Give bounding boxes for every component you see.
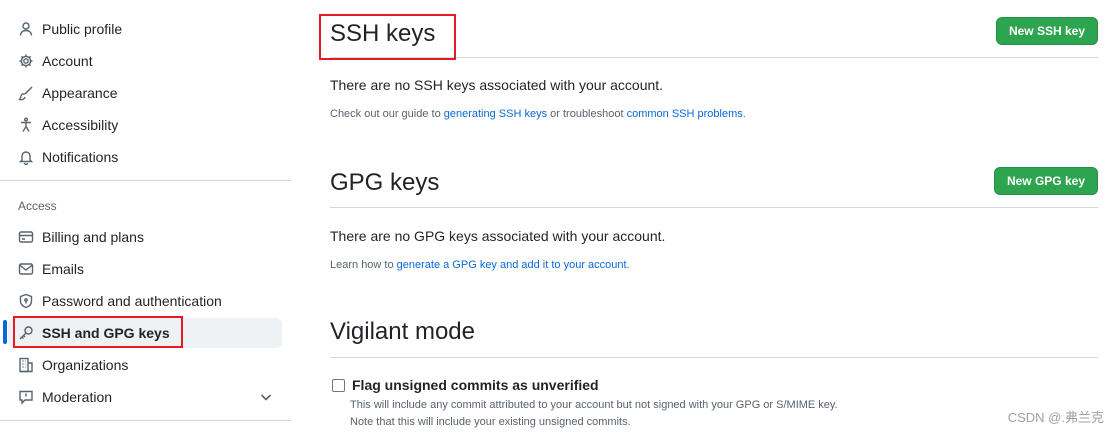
accessibility-icon — [18, 117, 34, 133]
sidebar-item-moderation[interactable]: Moderation — [8, 382, 282, 412]
sidebar-item-notifications[interactable]: Notifications — [8, 142, 282, 172]
sidebar-item-account[interactable]: Account — [8, 46, 282, 76]
organization-icon — [18, 357, 34, 373]
sidebar-item-emails[interactable]: Emails — [8, 254, 282, 284]
sidebar-item-label: Account — [42, 53, 93, 69]
sidebar-item-accessibility[interactable]: Accessibility — [8, 110, 282, 140]
sidebar-item-label: Emails — [42, 261, 85, 277]
person-icon — [18, 21, 34, 37]
flag-unsigned-commits-row: Flag unsigned commits as unverified — [330, 377, 599, 393]
watermark-text: CSDN @.弗兰克 — [1007, 410, 1104, 425]
vigilant-mode-heading: Vigilant mode — [330, 318, 475, 345]
sidebar-item-label: Moderation — [42, 389, 113, 405]
chevron-down-icon[interactable] — [258, 389, 274, 405]
ssh-guide-suffix: . — [742, 108, 746, 120]
bell-icon — [18, 149, 34, 165]
section-divider — [330, 207, 1098, 208]
sidebar-item-label: Appearance — [42, 85, 118, 101]
sidebar-item-label: SSH and GPG keys — [42, 325, 170, 341]
paintbrush-icon — [18, 85, 34, 101]
sidebar-item-organizations[interactable]: Organizations — [8, 350, 282, 380]
sidebar-item-password-authentication[interactable]: Password and authentication — [8, 286, 282, 316]
sidebar-item-billing[interactable]: Billing and plans — [8, 222, 282, 252]
section-divider — [330, 57, 1098, 58]
sidebar-item-public-profile[interactable]: Public profile — [8, 14, 282, 44]
sidebar-item-appearance[interactable]: Appearance — [8, 78, 282, 108]
sidebar-divider — [0, 180, 291, 181]
flag-unsigned-commits-checkbox[interactable] — [332, 378, 345, 392]
ssh-guide-prefix: Check out our guide to — [330, 108, 444, 120]
vigilant-note-1: This will include any commit attributed … — [350, 399, 838, 411]
gpg-learn-suffix: . — [626, 259, 630, 271]
key-icon — [18, 325, 34, 341]
gpg-keys-heading: GPG keys — [330, 169, 440, 196]
sidebar-item-label: Accessibility — [42, 117, 119, 133]
shield-lock-icon — [18, 293, 34, 309]
sidebar-item-label: Public profile — [42, 21, 123, 37]
section-divider — [330, 357, 1098, 358]
vigilant-note-2: Note that this will include your existin… — [350, 416, 631, 428]
ssh-empty-message: There are no SSH keys associated with yo… — [330, 77, 664, 93]
report-icon — [18, 389, 34, 405]
sidebar-item-label: Organizations — [42, 357, 129, 373]
sidebar-group-label-access: Access — [18, 199, 57, 213]
gpg-learn-text: Learn how to generate a GPG key and add … — [330, 259, 630, 271]
flag-unsigned-commits-label[interactable]: Flag unsigned commits as unverified — [352, 377, 599, 393]
sidebar-item-label: Billing and plans — [42, 229, 144, 245]
gpg-learn-prefix: Learn how to — [330, 259, 397, 271]
ssh-guide-text: Check out our guide to generating SSH ke… — [330, 108, 746, 120]
sidebar-item-ssh-gpg-keys[interactable]: SSH and GPG keys — [8, 318, 282, 348]
active-indicator — [3, 320, 7, 344]
mail-icon — [18, 261, 34, 277]
new-gpg-key-button[interactable]: New GPG key — [993, 167, 1098, 195]
credit-card-icon — [18, 229, 34, 245]
new-ssh-key-button[interactable]: New SSH key — [995, 17, 1098, 45]
generate-gpg-key-link[interactable]: generate a GPG key and add it to your ac… — [397, 259, 627, 271]
ssh-guide-middle: or troubleshoot — [547, 108, 627, 120]
generating-ssh-keys-link[interactable]: generating SSH keys — [444, 108, 547, 120]
sidebar-divider — [0, 420, 291, 421]
sidebar-item-label: Notifications — [42, 149, 119, 165]
common-ssh-problems-link[interactable]: common SSH problems — [627, 108, 743, 120]
gpg-empty-message: There are no GPG keys associated with yo… — [330, 228, 666, 244]
sidebar-item-label: Password and authentication — [42, 293, 222, 309]
ssh-keys-heading: SSH keys — [330, 20, 436, 47]
gear-icon — [18, 53, 34, 69]
settings-sidebar: Public profile Account Appearance Access… — [0, 0, 292, 435]
